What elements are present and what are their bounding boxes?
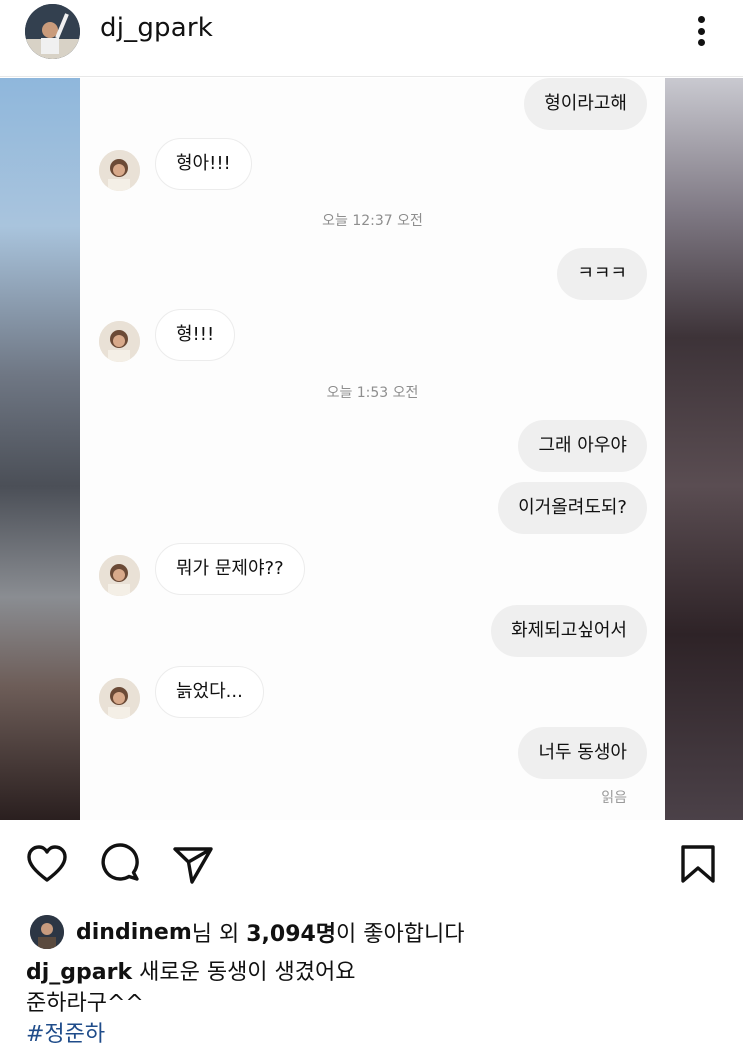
- message-bubble-sent: 그래 아우야: [518, 420, 647, 472]
- chat-avatar: [99, 678, 140, 719]
- message-timestamp: 오늘 12:37 오전: [322, 213, 423, 229]
- likes-text-2: 이 좋아합니다: [336, 922, 465, 947]
- chat-avatar: [99, 321, 140, 362]
- caption-text: 새로운 동생이 생겼어요: [132, 960, 356, 985]
- likes-count[interactable]: 3,094명: [246, 916, 336, 948]
- read-receipt: 읽음: [601, 790, 627, 806]
- message-bubble-sent: 너두 동생아: [518, 727, 647, 779]
- bookmark-icon[interactable]: [676, 842, 720, 886]
- likes-text-1: 님 외: [191, 922, 247, 947]
- caption-line-2: 준하라구^^: [26, 991, 144, 1016]
- blurred-background-right: [665, 78, 743, 820]
- post-image: 형이라고해 형아!!! 오늘 12:37 오전 ㅋㅋㅋ 형!!! 오늘 1:53…: [0, 78, 743, 820]
- message-bubble-received: 형아!!!: [155, 138, 252, 190]
- blurred-background-left: [0, 78, 80, 820]
- caption-line-1: dj_gpark 새로운 동생이 생겼어요: [26, 957, 356, 988]
- message-timestamp: 오늘 1:53 오전: [326, 385, 419, 401]
- message-bubble-received: 뭐가 문제야??: [155, 543, 305, 595]
- post-header: dj_gpark: [0, 0, 743, 77]
- liker-avatar[interactable]: [30, 915, 64, 949]
- caption-username[interactable]: dj_gpark: [26, 960, 132, 985]
- likes-summary: dindinem 님 외 3,094명 이 좋아합니다: [30, 912, 464, 952]
- message-bubble-sent: ㅋㅋㅋ: [557, 248, 647, 300]
- message-bubble-sent: 형이라고해: [524, 78, 647, 130]
- more-options-icon[interactable]: [689, 14, 713, 48]
- share-icon[interactable]: [171, 842, 215, 886]
- caption-hashtag[interactable]: #정준하: [26, 1019, 356, 1050]
- chat-avatar: [99, 150, 140, 191]
- chat-avatar: [99, 555, 140, 596]
- liker-username[interactable]: dindinem: [76, 920, 192, 945]
- message-bubble-sent: 이거올려도되?: [498, 482, 647, 534]
- message-bubble-sent: 화제되고싶어서: [491, 605, 647, 657]
- profile-avatar[interactable]: [25, 4, 80, 59]
- post-username[interactable]: dj_gpark: [100, 13, 213, 43]
- message-bubble-received: 형!!!: [155, 309, 236, 361]
- post-caption: dj_gpark 새로운 동생이 생겼어요 준하라구^^ #정준하: [26, 957, 356, 1050]
- comment-icon[interactable]: [99, 842, 143, 886]
- heart-icon[interactable]: [25, 842, 69, 886]
- chat-screenshot: 형이라고해 형아!!! 오늘 12:37 오전 ㅋㅋㅋ 형!!! 오늘 1:53…: [80, 78, 665, 820]
- message-bubble-received: 늙었다...: [155, 666, 264, 718]
- post-actions-bar: [0, 820, 743, 910]
